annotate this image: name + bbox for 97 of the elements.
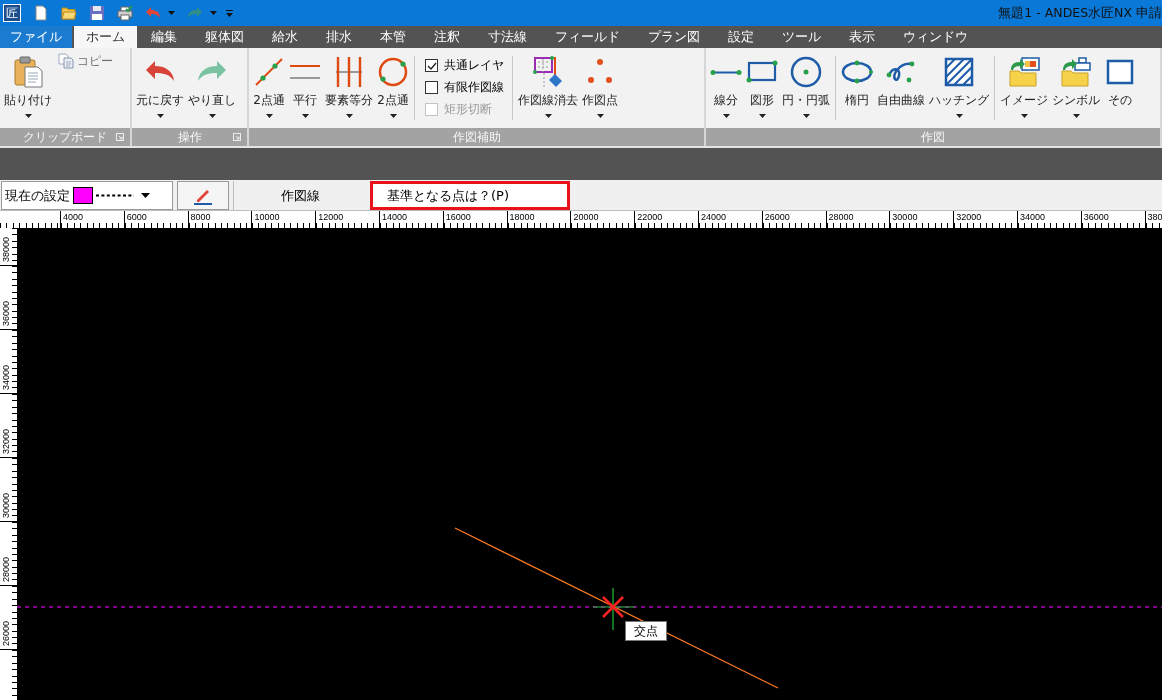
menu-tab[interactable]: 排水 xyxy=(312,26,366,48)
menu-tab[interactable]: 給水 xyxy=(258,26,312,48)
folder-icon[interactable] xyxy=(61,5,77,21)
menu-tab[interactable]: 寸法線 xyxy=(474,26,541,48)
circle-icon xyxy=(790,56,822,88)
copy-icon xyxy=(58,53,74,69)
caret-icon[interactable] xyxy=(168,11,175,15)
menu-tab[interactable]: ツール xyxy=(768,26,835,48)
folder-image-icon xyxy=(1008,56,1040,88)
checkmark-icon xyxy=(426,61,437,70)
ruler-label: 380 xyxy=(1147,212,1162,222)
menu-tab[interactable]: ウィンドウ xyxy=(889,26,982,48)
ribbon-button[interactable]: 作図点 xyxy=(581,48,619,118)
menu-tab[interactable]: 躯体図 xyxy=(191,26,258,48)
ribbon-button[interactable]: その xyxy=(1103,48,1137,118)
ribbon-button[interactable]: 平行 xyxy=(288,48,322,118)
customize-menu-icon[interactable] xyxy=(226,9,233,17)
menu-tab[interactable]: 設定 xyxy=(714,26,768,48)
ribbon-button[interactable]: やり直し xyxy=(187,48,237,118)
line-segment-icon xyxy=(710,68,742,76)
group-label: クリップボード xyxy=(23,129,107,145)
folder-symbol-icon xyxy=(1060,56,1092,88)
eraser-icon xyxy=(532,56,564,88)
ruler-label: 28000 xyxy=(828,212,854,222)
prompt-label: 基準となる点は？(P) xyxy=(370,181,570,210)
window-title: 無題1 - ANDES水匠NX 申請 xyxy=(998,4,1162,22)
menu-tab[interactable]: 編集 xyxy=(137,26,191,48)
crosshair-cursor-icon xyxy=(592,587,636,631)
checkbox[interactable] xyxy=(425,81,438,94)
ribbon-button[interactable]: 要素等分 xyxy=(324,48,374,118)
ruler-label: 12000 xyxy=(318,212,344,222)
checkbox-label: 矩形切断 xyxy=(444,101,492,118)
ruler-label: 36000 xyxy=(1083,212,1109,222)
ribbon-button[interactable]: イメージ xyxy=(999,48,1049,118)
ruler-label: 34000 xyxy=(1019,212,1045,222)
ribbon-button[interactable]: 線分 xyxy=(709,48,743,118)
ribbon-button[interactable]: 図形 xyxy=(745,48,779,118)
ruler-label: 10000 xyxy=(254,212,280,222)
current-setting-dropdown[interactable]: 現在の設定 xyxy=(1,181,173,210)
ribbon-button[interactable]: 円・円弧 xyxy=(781,48,831,118)
ruler-label: 4000 xyxy=(63,212,84,222)
menu-tab[interactable]: 本管 xyxy=(366,26,420,48)
ribbon-button[interactable]: 貼り付け xyxy=(3,48,53,118)
ruler-label: 16000 xyxy=(445,212,471,222)
ruler-label: 32000 xyxy=(1,428,11,454)
caret-icon xyxy=(141,193,150,198)
checkbox[interactable] xyxy=(425,59,438,72)
checkbox-label: 有限作図線 xyxy=(444,79,504,96)
menu-tab[interactable]: フィールド xyxy=(541,26,634,48)
pen-button[interactable] xyxy=(177,181,229,210)
ruler-label: 28000 xyxy=(1,556,11,582)
color-swatch-icon xyxy=(73,187,93,204)
divided-lines-icon xyxy=(333,56,365,88)
menu-tab[interactable]: プラン図 xyxy=(634,26,714,48)
diagonal-line-icon xyxy=(253,56,285,88)
caret-icon[interactable] xyxy=(210,11,217,15)
menu-tab[interactable]: ファイル xyxy=(0,26,72,48)
ruler-label: 22000 xyxy=(637,212,663,222)
ribbon-button[interactable]: 自由曲線 xyxy=(876,48,926,118)
ruler-label: 30000 xyxy=(1,492,11,518)
circle-points-icon xyxy=(377,56,409,88)
document-icon[interactable] xyxy=(33,5,49,21)
hatching-icon xyxy=(943,56,975,88)
clipboard-icon xyxy=(12,56,44,88)
ruler-label: 30000 xyxy=(892,212,918,222)
ribbon-button[interactable]: ハッチング xyxy=(928,48,990,118)
checkbox-label: 共通レイヤ xyxy=(444,57,504,74)
ribbon-button[interactable]: シンボル xyxy=(1051,48,1101,118)
group-label: 作図 xyxy=(921,129,945,145)
dashed-line-icon xyxy=(96,194,134,197)
ruler-label: 34000 xyxy=(1,364,11,390)
ruler-label: 32000 xyxy=(956,212,982,222)
ruler-label: 26000 xyxy=(1,620,11,646)
menu-tab[interactable]: 注釈 xyxy=(420,26,474,48)
ribbon-button[interactable]: 作図線消去 xyxy=(517,48,579,118)
mode-label: 作図線 xyxy=(233,181,366,210)
ruler-label: 36000 xyxy=(1,300,11,326)
ruler-label: 38000 xyxy=(1,236,11,262)
group-label: 操作 xyxy=(177,129,202,145)
ruler-label: 14000 xyxy=(382,212,407,222)
ruler-label: 24000 xyxy=(700,212,726,222)
group-label: 作図補助 xyxy=(452,129,501,145)
app-logo: 匠 xyxy=(3,4,21,22)
tooltip: 交点 xyxy=(625,621,667,641)
ruler-label: 20000 xyxy=(573,212,599,222)
menu-tab[interactable]: 表示 xyxy=(835,26,889,48)
printer-icon[interactable] xyxy=(117,5,133,21)
ruler-label: 6000 xyxy=(126,212,147,222)
menu-tab[interactable]: ホーム xyxy=(74,26,137,48)
ribbon-button[interactable]: 2点通 xyxy=(376,48,410,118)
ruler-label: 26000 xyxy=(764,212,790,222)
ribbon-button[interactable]: 楕円 xyxy=(840,48,874,118)
ribbon-button[interactable]: 2点通 xyxy=(252,48,286,118)
parallel-lines-icon xyxy=(289,64,321,80)
ribbon-button[interactable]: 元に戻す xyxy=(135,48,185,118)
ruler-label: 8000 xyxy=(190,212,211,222)
ruler-label: 18000 xyxy=(509,212,535,222)
